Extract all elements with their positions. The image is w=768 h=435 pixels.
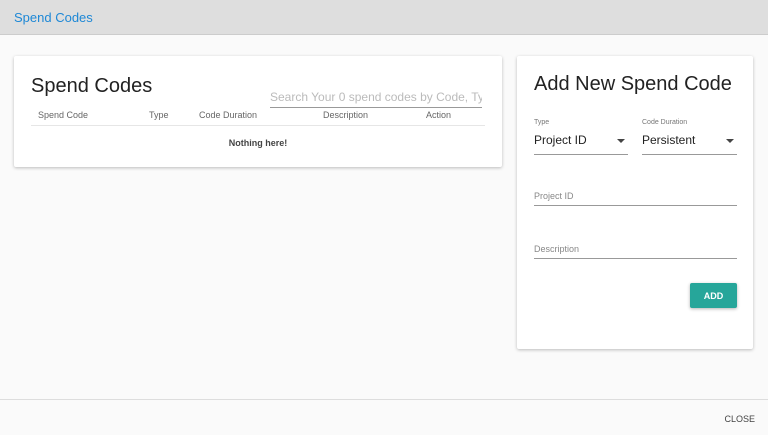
column-description[interactable]: Description [323, 110, 368, 120]
spend-codes-card: Spend Codes Spend Code Type Code Duratio… [14, 56, 502, 167]
divider [31, 125, 485, 126]
description-input[interactable]: Description [534, 237, 737, 259]
column-code-duration[interactable]: Code Duration [199, 110, 257, 120]
form-title: Add New Spend Code [534, 73, 732, 95]
search-input[interactable] [270, 86, 482, 108]
empty-message: Nothing here! [228, 138, 288, 148]
add-spend-code-card: Add New Spend Code Type Project ID Code … [517, 56, 753, 349]
type-value: Project ID [534, 133, 587, 147]
type-label: Type [534, 119, 550, 126]
add-button[interactable]: ADD [690, 283, 737, 308]
footer: CLOSE [0, 399, 768, 435]
column-spend-code[interactable]: Spend Code [38, 110, 88, 120]
list-title: Spend Codes [31, 75, 153, 97]
type-select[interactable]: Project ID [534, 133, 628, 155]
caret-down-icon [726, 139, 734, 143]
column-type[interactable]: Type [149, 110, 169, 120]
header-title[interactable]: Spend Codes [14, 10, 93, 25]
caret-down-icon [617, 139, 625, 143]
duration-label: Code Duration [642, 119, 688, 126]
duration-value: Persistent [642, 133, 696, 147]
project-id-input[interactable]: Project ID [534, 184, 737, 206]
column-action: Action [426, 110, 452, 120]
duration-select[interactable]: Persistent [642, 133, 737, 155]
app-header: Spend Codes [0, 0, 768, 35]
close-button[interactable]: CLOSE [724, 414, 755, 424]
